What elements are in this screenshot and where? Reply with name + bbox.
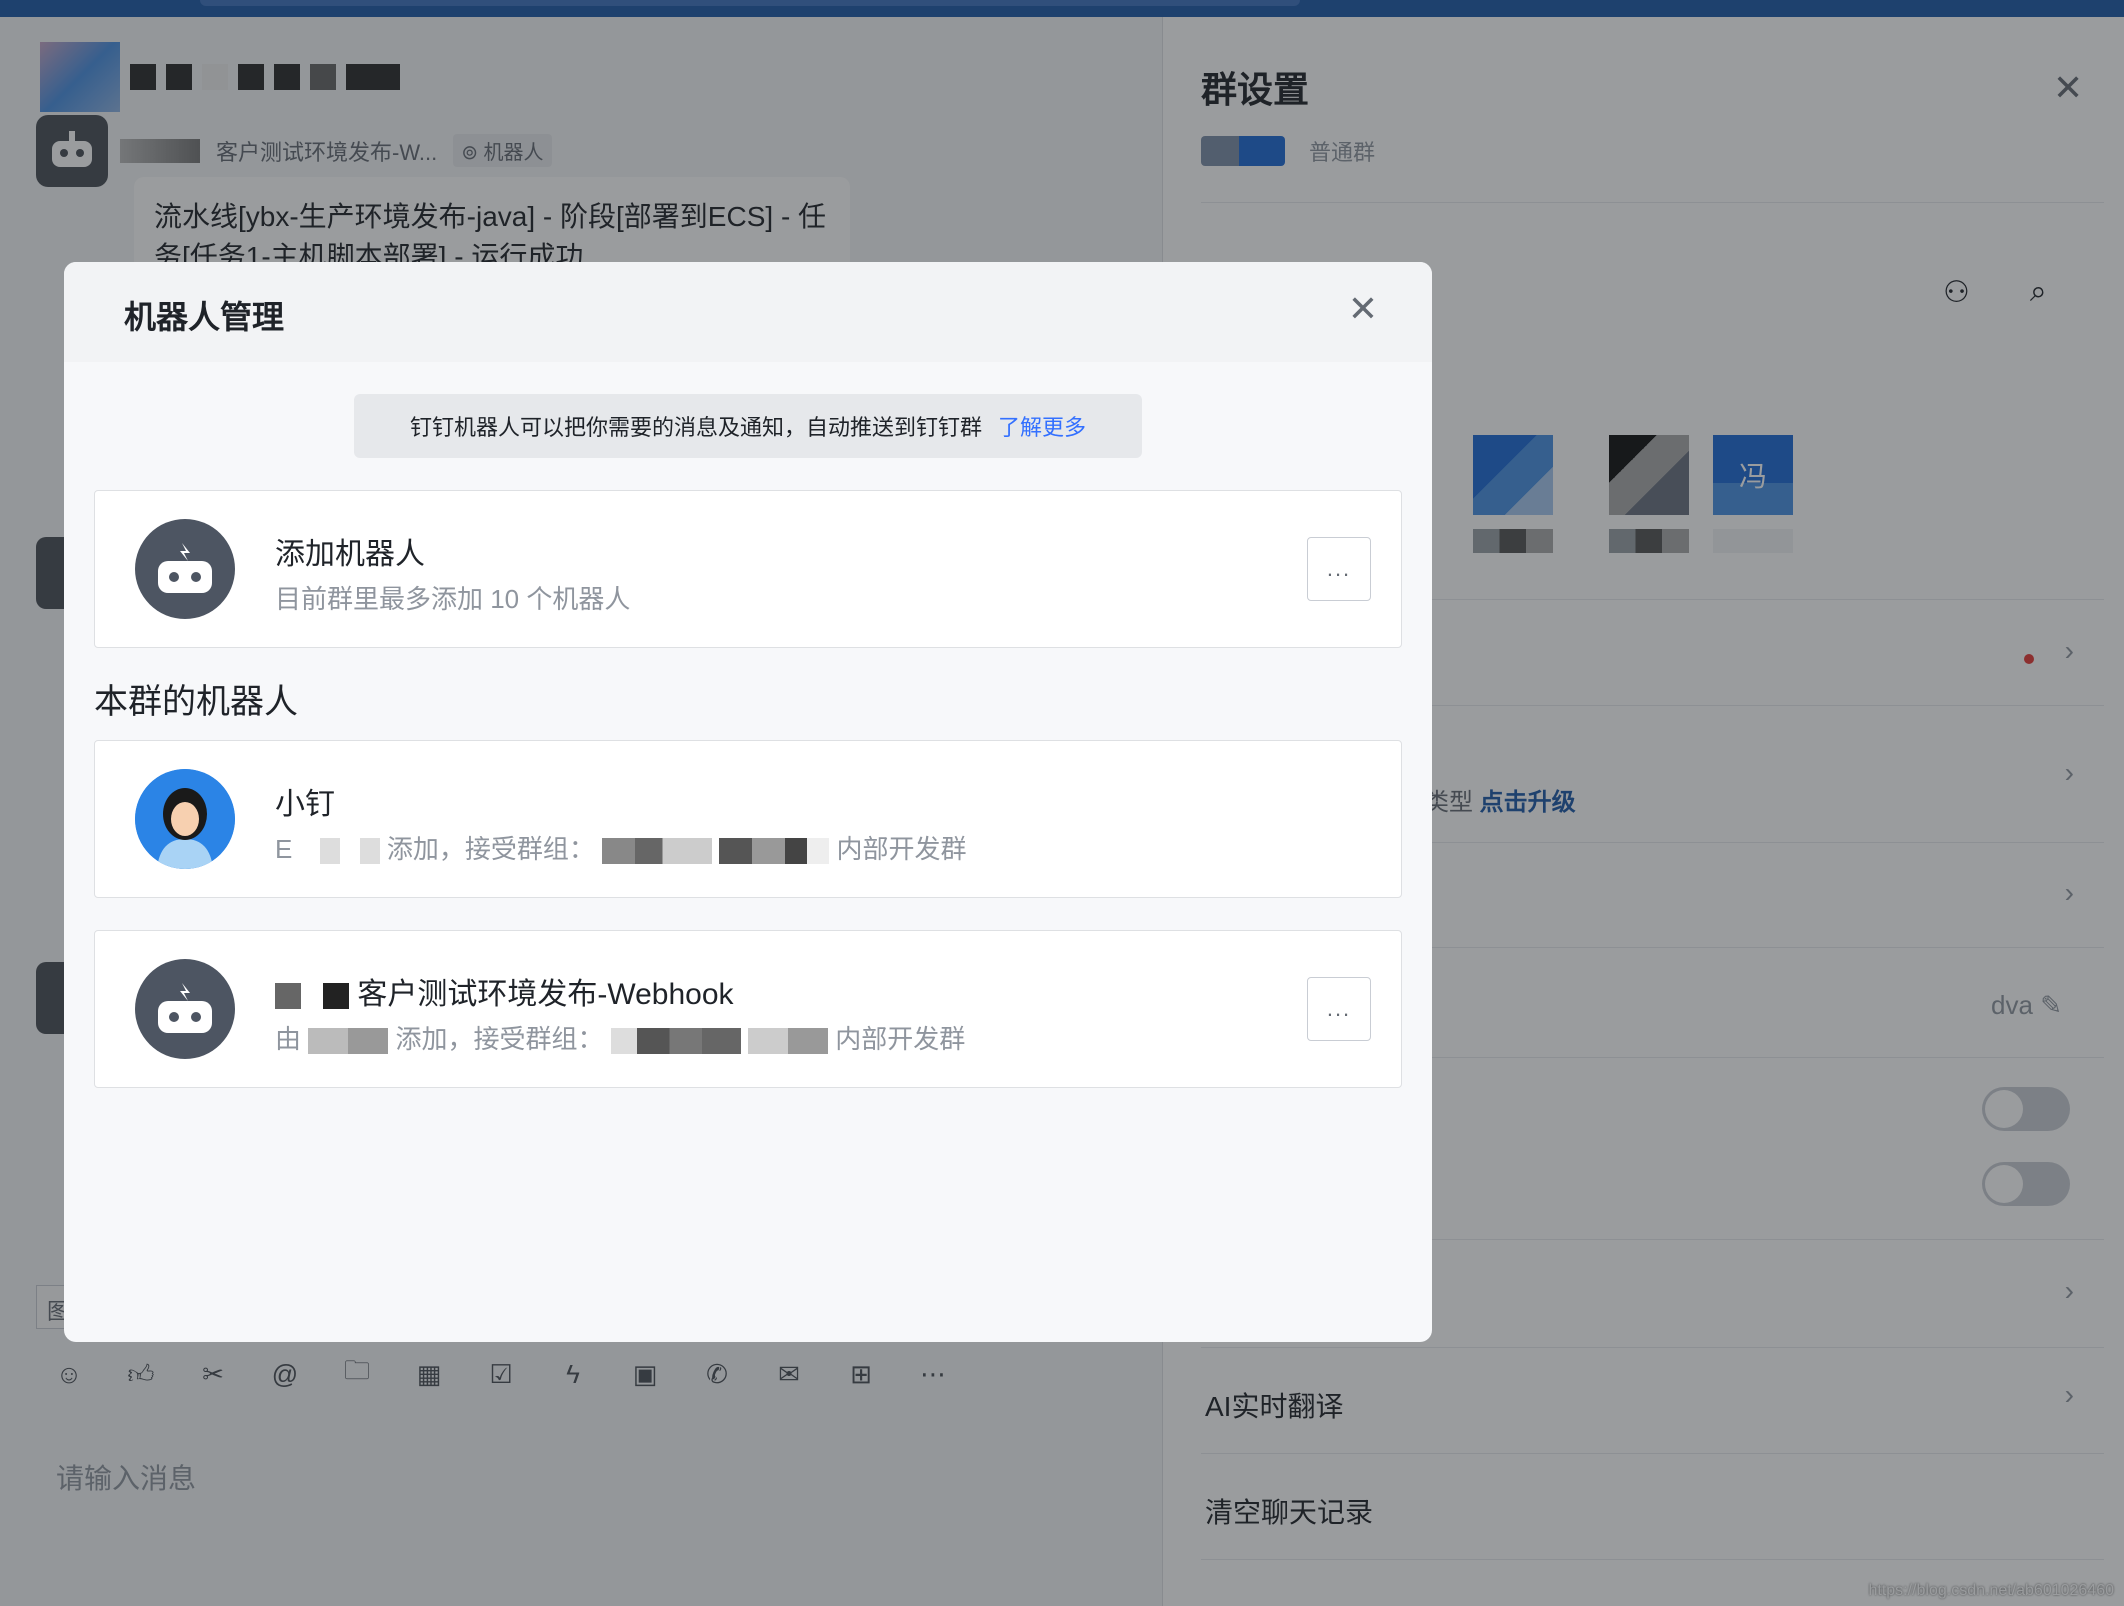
- robot-description: 由 添加，接受群组： 内部开发群: [275, 1024, 966, 1055]
- notice-banner: 钉钉机器人可以把你需要的消息及通知，自动推送到钉钉群 了解更多: [354, 394, 1142, 458]
- robot-description: E 添加，接受群组： 内部开发群: [275, 834, 967, 865]
- robot-icon: [135, 959, 235, 1059]
- robot-icon: [135, 519, 235, 619]
- close-icon[interactable]: ✕: [1348, 288, 1378, 330]
- robot-name: 客户测试环境发布-Webhook: [275, 969, 734, 1013]
- modal-title: 机器人管理: [124, 299, 285, 335]
- section-title: 本群的机器人: [94, 683, 298, 721]
- learn-more-link[interactable]: 了解更多: [998, 410, 1086, 442]
- robot-card[interactable]: 小钉 E 添加，接受群组： 内部开发群: [94, 740, 1402, 898]
- robot-management-modal: 机器人管理 ✕ 钉钉机器人可以把你需要的消息及通知，自动推送到钉钉群 了解更多 …: [64, 262, 1432, 1342]
- robot-card[interactable]: 客户测试环境发布-Webhook 由 添加，接受群组： 内部开发群 ...: [94, 930, 1402, 1088]
- add-robot-title: 添加机器人: [275, 538, 425, 571]
- robot-name: 小钉: [275, 788, 335, 821]
- more-button[interactable]: ...: [1307, 537, 1371, 601]
- modal-header: 机器人管理 ✕: [64, 262, 1432, 362]
- add-robot-card[interactable]: 添加机器人 目前群里最多添加 10 个机器人 ...: [94, 490, 1402, 648]
- notice-text: 钉钉机器人可以把你需要的消息及通知，自动推送到钉钉群: [409, 415, 982, 440]
- add-robot-subtitle: 目前群里最多添加 10 个机器人: [275, 584, 631, 614]
- xiaoding-avatar: [135, 769, 235, 869]
- more-button[interactable]: ...: [1307, 977, 1371, 1041]
